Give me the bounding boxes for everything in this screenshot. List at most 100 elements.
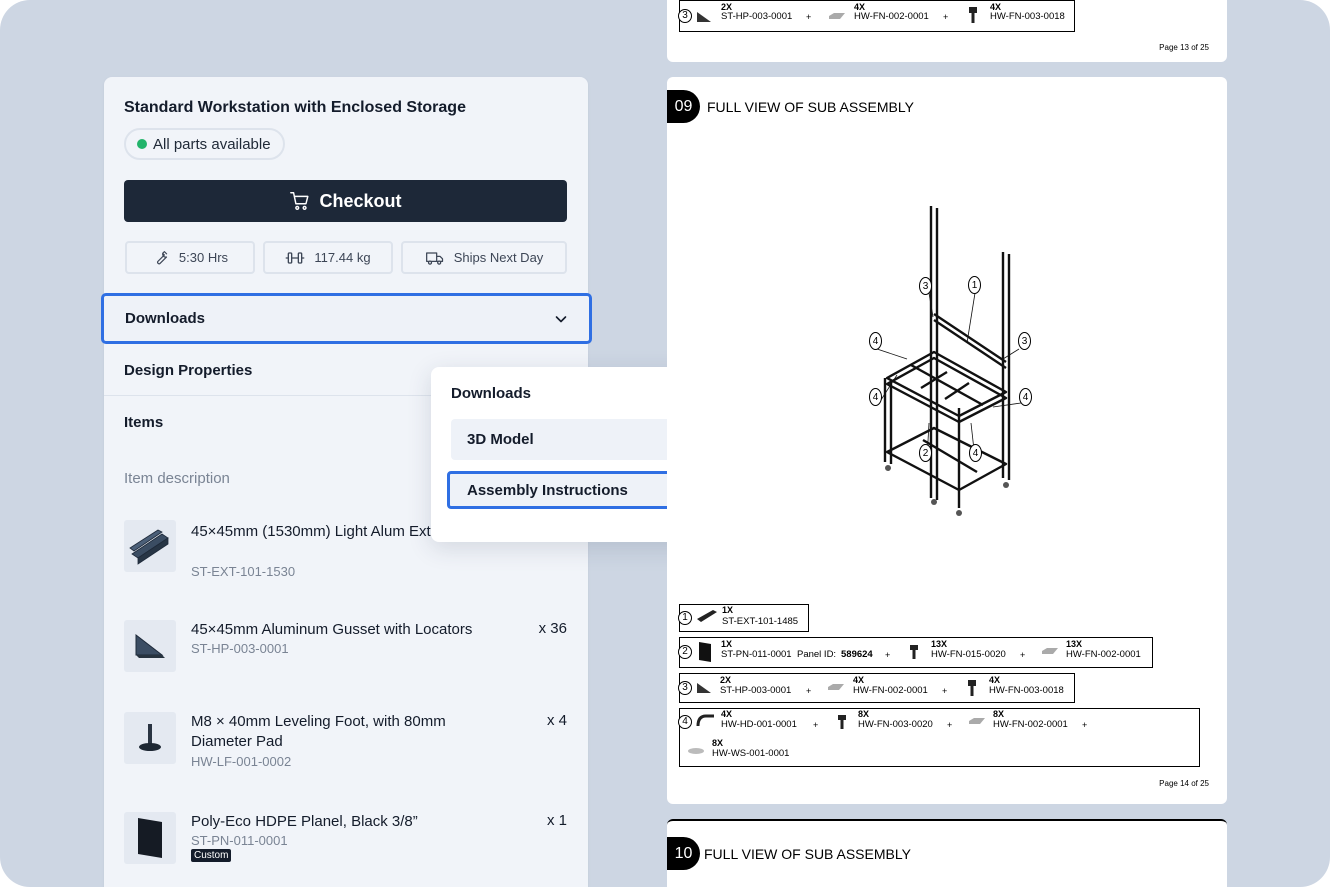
- chevron-down-icon: [555, 315, 567, 322]
- download-3d-model-label: 3D Model: [467, 431, 534, 448]
- bom-code: ST-HP-003-0001: [721, 11, 793, 22]
- item-sku: HW-LF-001-0002: [191, 754, 292, 769]
- bom-quantity: 13X: [1066, 639, 1083, 649]
- plus-sign: +: [942, 686, 948, 696]
- step-title: FULL VIEW OF SUB ASSEMBLY: [707, 99, 914, 115]
- callout: 3: [1018, 332, 1031, 350]
- callout: 4: [969, 444, 982, 462]
- app-screen: Standard Workstation with Enclosed Stora…: [0, 0, 1330, 887]
- bom-code: HW-FN-002-0001: [993, 719, 1068, 730]
- gusset-icon: [697, 683, 711, 693]
- bom-row-number: 4: [678, 715, 692, 729]
- bom-code: HW-HD-001-0001: [721, 719, 797, 730]
- panel-thumbnail: [124, 812, 176, 864]
- bom-code: ST-PN-011-0001: [721, 649, 792, 660]
- nut-icon: [1042, 648, 1058, 654]
- item-sku: ST-EXT-101-1530: [191, 564, 296, 579]
- bom-code: ST-HP-003-0001: [720, 685, 792, 696]
- leveling-foot-icon: [139, 724, 161, 751]
- step-number: 10: [667, 837, 700, 870]
- bolt-icon: [969, 7, 977, 23]
- shipping-label: Ships Next Day: [453, 250, 544, 265]
- bom-quantity: 8X: [993, 709, 1005, 719]
- plus-sign: +: [947, 720, 953, 730]
- callout: 4: [869, 332, 882, 350]
- gusset-thumbnail: [124, 620, 176, 672]
- plus-sign: +: [813, 720, 819, 730]
- step-title: FULL VIEW OF SUB ASSEMBLY: [704, 846, 911, 862]
- item-description-header: Item description: [124, 470, 230, 487]
- bom-quantity: 4X: [721, 709, 733, 719]
- wrench-icon: [156, 250, 168, 264]
- bom-quantity: 4X: [853, 675, 865, 685]
- bom-row-2: 2 1X ST-PN-011-0001 Panel ID: 589624 + 1…: [678, 637, 1153, 668]
- plus-sign: +: [1082, 720, 1088, 730]
- popup-title: Downloads: [451, 385, 532, 402]
- page-number: Page 14 of 25: [1159, 779, 1209, 788]
- item-quantity: x 4: [546, 712, 567, 729]
- bom-code: HW-FN-002-0001: [1066, 649, 1141, 660]
- plus-sign: +: [806, 12, 812, 22]
- bom-row-number: 3: [678, 681, 692, 695]
- custom-tag: Custom: [191, 849, 232, 862]
- checkout-label: Checkout: [319, 190, 402, 211]
- bom-code: HW-WS-001-0001: [712, 748, 790, 759]
- bom-quantity: 13X: [931, 639, 948, 649]
- downloads-accordion[interactable]: Downloads: [101, 293, 592, 344]
- page-number: Page 13 of 25: [1159, 43, 1209, 52]
- callout: 3: [919, 277, 932, 295]
- cart-icon: [290, 192, 310, 210]
- bolt-icon: [910, 645, 918, 659]
- assembly-time-stat: 5:30 Hrs: [125, 241, 255, 274]
- bom-row-number: 1: [678, 611, 692, 625]
- availability-label: All parts available: [153, 135, 271, 153]
- weight-icon: [286, 251, 305, 264]
- bom-row-3: 3 2X ST-HP-003-0001 + 4X HW-FN-002-0001 …: [678, 673, 1075, 703]
- items-label: Items: [124, 414, 164, 431]
- item-quantity: x 36: [538, 620, 567, 637]
- item-name: Poly-Eco HDPE Planel, Black 3/8”: [191, 813, 418, 830]
- bom-code: HW-FN-003-0018: [990, 11, 1065, 22]
- bom-quantity: 1X: [722, 605, 734, 615]
- step-number: 09: [667, 90, 700, 123]
- washer-icon: [688, 748, 704, 754]
- bom-quantity: 1X: [721, 639, 733, 649]
- status-dot-icon: [137, 139, 147, 149]
- weight-label: 117.44 kg: [314, 250, 371, 265]
- callout: 2: [919, 444, 932, 462]
- availability-badge: All parts available: [124, 128, 285, 160]
- callout: 4: [1019, 388, 1032, 406]
- bolt-icon: [838, 715, 846, 729]
- bom-row-number: 2: [678, 645, 692, 659]
- panel-id-label: Panel ID:: [797, 649, 837, 660]
- bom-code: HW-FN-002-0001: [854, 11, 929, 22]
- pdf-page-13: 3 2X ST-HP-003-0001 + 4X HW-FN-002-0001 …: [667, 0, 1227, 62]
- plus-sign: +: [1020, 650, 1026, 660]
- bom-row-3: 3 2X ST-HP-003-0001 + 4X HW-FN-002-0001 …: [678, 0, 1075, 32]
- checkout-button[interactable]: Checkout: [124, 180, 567, 222]
- bom-code: HW-FN-003-0018: [989, 685, 1064, 696]
- download-assembly-instructions-label: Assembly Instructions: [467, 481, 628, 499]
- bom-quantity: 8X: [858, 709, 870, 719]
- plus-sign: +: [885, 650, 891, 660]
- gusset-icon: [697, 12, 711, 22]
- design-properties-label: Design Properties: [124, 361, 253, 379]
- item-sku: ST-PN-011-0001: [191, 833, 288, 848]
- weight-stat: 117.44 kg: [263, 241, 393, 274]
- item-name: M8 × 40mm Leveling Foot, with 80mm Diame…: [191, 713, 446, 750]
- bom-code: HW-FN-003-0020: [858, 719, 933, 730]
- bom-row-1: 1 1X ST-EXT-101-1485: [678, 604, 809, 632]
- truck-icon: [425, 251, 443, 265]
- panel-icon: [138, 818, 162, 858]
- pdf-page-14: 09 FULL VIEW OF SUB ASSEMBLY 3 1 4 3 4 4…: [667, 77, 1227, 804]
- extrusion-icon: [129, 529, 169, 565]
- product-title: Standard Workstation with Enclosed Stora…: [124, 99, 466, 116]
- nut-icon: [969, 718, 985, 724]
- bom-row-number: 3: [678, 9, 692, 23]
- item-quantity: x 1: [546, 812, 567, 829]
- panel-id-value: 589624: [841, 649, 873, 660]
- nut-icon: [829, 13, 845, 19]
- plus-sign: +: [943, 12, 949, 22]
- plus-sign: +: [806, 686, 812, 696]
- item-sku: ST-HP-003-0001: [191, 641, 289, 656]
